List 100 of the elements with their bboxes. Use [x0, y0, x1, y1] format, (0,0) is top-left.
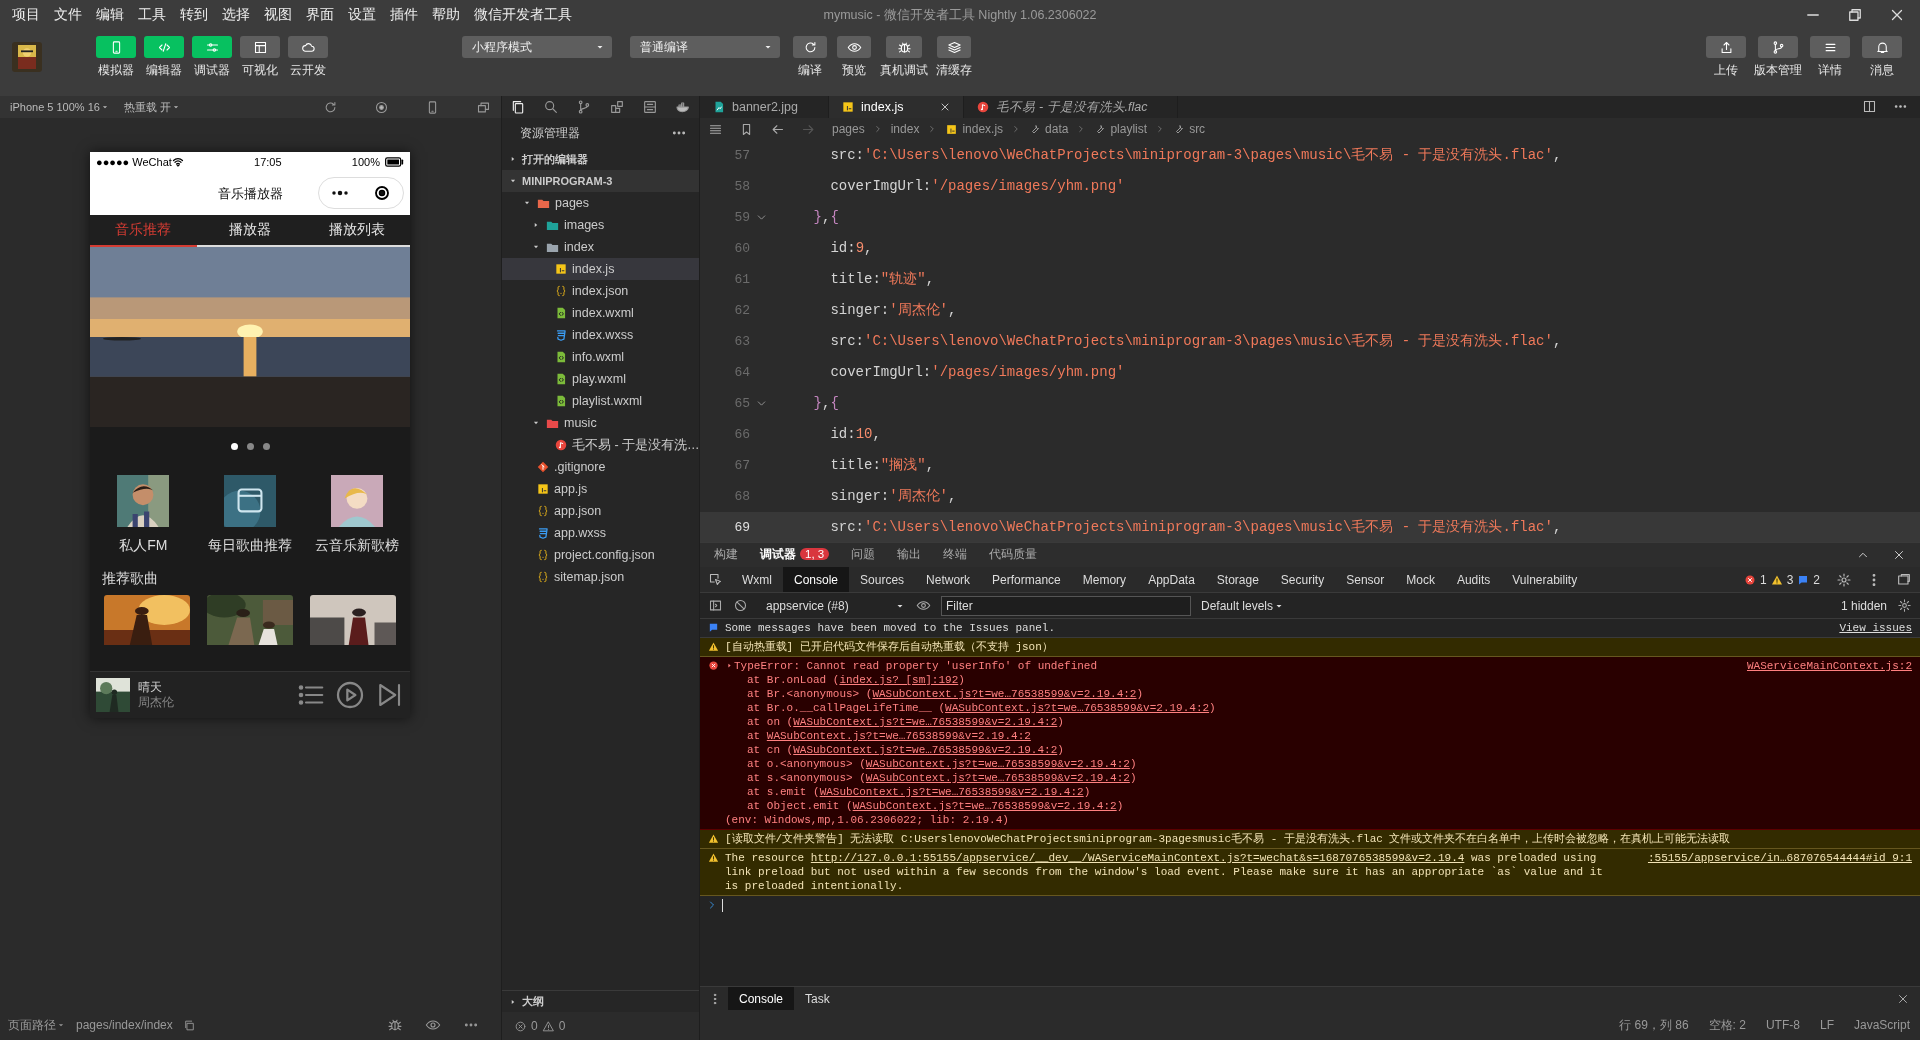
- status-item[interactable]: 空格: 2: [1708, 1016, 1746, 1034]
- panel-tab[interactable]: 调试器 1, 3: [760, 546, 830, 564]
- toolbar-button[interactable]: 调试器: [188, 36, 236, 79]
- source-link[interactable]: WASubContext.js?t=we…76538599&v=2.19.4:2: [865, 758, 1130, 770]
- panel-tab[interactable]: 构建: [714, 546, 738, 564]
- drawer-tab[interactable]: Console: [728, 987, 795, 1010]
- url-link[interactable]: http://127.0.0.1:55155/appservice/__dev__/WAServiceMainContext.js?t=wechat&s=1687076538599&v=2.19.4: [810, 852, 1465, 864]
- carousel-dot[interactable]: [246, 442, 254, 450]
- copy-icon[interactable]: [182, 1018, 196, 1032]
- close-icon[interactable]: [1896, 992, 1910, 1006]
- panel-tab[interactable]: 终端: [943, 546, 968, 564]
- menu-item[interactable]: 选择: [222, 4, 250, 26]
- page-path-select[interactable]: 页面路径: [8, 1016, 66, 1034]
- context-select[interactable]: appservice (#8): [766, 596, 906, 615]
- status-item[interactable]: LF: [1819, 1016, 1834, 1034]
- source-link[interactable]: index.js? [sm]:192: [839, 674, 959, 686]
- status-item[interactable]: JavaScript: [1853, 1016, 1910, 1034]
- devtools-tab[interactable]: Console: [783, 567, 850, 592]
- carousel-dot[interactable]: [230, 442, 238, 450]
- settings-icon[interactable]: [1836, 572, 1852, 588]
- shortcut-button[interactable]: 私人FM: [93, 475, 194, 556]
- eye-icon[interactable]: [425, 1017, 441, 1033]
- tree-item[interactable]: index.json: [502, 280, 699, 302]
- storage-icon[interactable]: [641, 99, 658, 115]
- status-item[interactable]: UTF-8: [1765, 1016, 1800, 1034]
- source-link[interactable]: WASubContext.js?t=we…76538599&v=2.19.4:2: [852, 800, 1117, 812]
- compile-select[interactable]: 普通编译: [630, 36, 780, 58]
- refresh-icon[interactable]: [323, 99, 338, 115]
- tree-item[interactable]: index: [502, 236, 699, 258]
- breadcrumb-item[interactable]: data: [1029, 120, 1069, 138]
- toolbar-button[interactable]: 真机调试: [876, 36, 932, 79]
- tree-item[interactable]: info.wxml: [502, 346, 699, 368]
- tree-item[interactable]: index.wxss: [502, 324, 699, 346]
- devtools-tab[interactable]: AppData: [1137, 567, 1206, 592]
- tree-item[interactable]: index.js: [502, 258, 699, 280]
- menu-item[interactable]: 界面: [306, 4, 334, 26]
- tree-item[interactable]: pages: [502, 192, 699, 214]
- devtools-tab[interactable]: Sensor: [1335, 567, 1396, 592]
- tree-item[interactable]: app.wxss: [502, 522, 699, 544]
- source-link[interactable]: WASubContext.js?t=we…76538599&v=2.19.4:2: [945, 702, 1210, 714]
- levels-select[interactable]: Default levels: [1201, 596, 1286, 615]
- toolbar-button[interactable]: 模拟器: [92, 36, 140, 79]
- toolbar-button[interactable]: 预览: [832, 36, 876, 79]
- devtools-tab[interactable]: Storage: [1205, 567, 1270, 592]
- expand-icon[interactable]: [725, 661, 734, 670]
- menu-item[interactable]: 视图: [264, 4, 292, 26]
- source-link[interactable]: View issues: [1819, 621, 1912, 635]
- tree-item[interactable]: playlist.wxml: [502, 390, 699, 412]
- menu-item[interactable]: 微信开发者工具: [474, 4, 572, 26]
- toolbar-button[interactable]: 清缓存: [932, 36, 976, 79]
- menu-item[interactable]: 编辑: [96, 4, 124, 26]
- tree-item[interactable]: sitemap.json: [502, 566, 699, 588]
- menu-item[interactable]: 项目: [12, 4, 40, 26]
- source-link[interactable]: WASubContext.js?t=we…76538599&v=2.19.4:2: [793, 716, 1058, 728]
- settings-icon[interactable]: [1897, 598, 1912, 613]
- restore-icon[interactable]: [1846, 6, 1864, 24]
- toolbar-button[interactable]: 编辑器: [140, 36, 188, 79]
- tree-item[interactable]: play.wxml: [502, 368, 699, 390]
- devtools-tab[interactable]: Memory: [1071, 567, 1138, 592]
- section-header[interactable]: 打开的编辑器: [502, 148, 699, 170]
- filter-field[interactable]: Filter: [941, 595, 1191, 616]
- sidebar-icon[interactable]: [708, 598, 723, 613]
- source-link[interactable]: WASubContext.js?t=we…76538599&v=2.19.4:2: [793, 744, 1058, 756]
- bug-icon[interactable]: [387, 1017, 403, 1033]
- breadcrumb-item[interactable]: index.js: [945, 120, 1004, 138]
- devtools-tab[interactable]: Sources: [849, 567, 916, 592]
- menu-item[interactable]: 工具: [138, 4, 166, 26]
- drawer-tab[interactable]: Task: [794, 987, 841, 1010]
- hot-reload-toggle[interactable]: 热重载 开: [123, 98, 181, 116]
- panel-tab[interactable]: 代码质量: [989, 546, 1038, 564]
- device-select[interactable]: iPhone 5 100% 16: [10, 98, 110, 116]
- play-icon[interactable]: [334, 679, 366, 711]
- shortcut-button[interactable]: 每日歌曲推荐: [200, 475, 300, 556]
- menu-item[interactable]: 帮助: [432, 4, 460, 26]
- menu-item[interactable]: 插件: [390, 4, 418, 26]
- tree-item[interactable]: project.config.json: [502, 544, 699, 566]
- search-icon[interactable]: [543, 99, 560, 115]
- section-header[interactable]: MINIPROGRAM-3: [502, 170, 699, 192]
- dock-icon[interactable]: [1896, 572, 1912, 588]
- tree-item[interactable]: app.json: [502, 500, 699, 522]
- source-link[interactable]: WAServiceMainContext.js:2: [1726, 659, 1912, 827]
- source-link[interactable]: WASubContext.js?t=we…76538599&v=2.19.4:2: [766, 730, 1031, 742]
- breadcrumb-item[interactable]: pages: [832, 120, 865, 138]
- menu-item[interactable]: 设置: [348, 4, 376, 26]
- toolbar-button[interactable]: 编译: [788, 36, 832, 79]
- source-link[interactable]: WASubContext.js?t=we…76538599&v=2.19.4:2: [872, 688, 1137, 700]
- menu-item[interactable]: 转到: [180, 4, 208, 26]
- mode-select[interactable]: 小程序模式: [462, 36, 612, 58]
- close-icon[interactable]: [1892, 548, 1906, 562]
- breadcrumb-item[interactable]: src: [1173, 120, 1206, 138]
- carousel-dot[interactable]: [262, 442, 270, 450]
- stop-icon[interactable]: [374, 99, 389, 115]
- devtools-tab[interactable]: Wxml: [731, 567, 783, 592]
- split-editor-icon[interactable]: [1862, 99, 1877, 114]
- panel-tab[interactable]: 问题: [851, 546, 876, 564]
- tree-item[interactable]: images: [502, 214, 699, 236]
- devtools-tab[interactable]: Network: [915, 567, 982, 592]
- source-link[interactable]: WASubContext.js?t=we…76538599&v=2.19.4:2: [865, 772, 1130, 784]
- source-link[interactable]: WASubContext.js?t=we…76538599&v=2.19.4:2: [819, 786, 1084, 798]
- breadcrumb-item[interactable]: playlist: [1094, 120, 1148, 138]
